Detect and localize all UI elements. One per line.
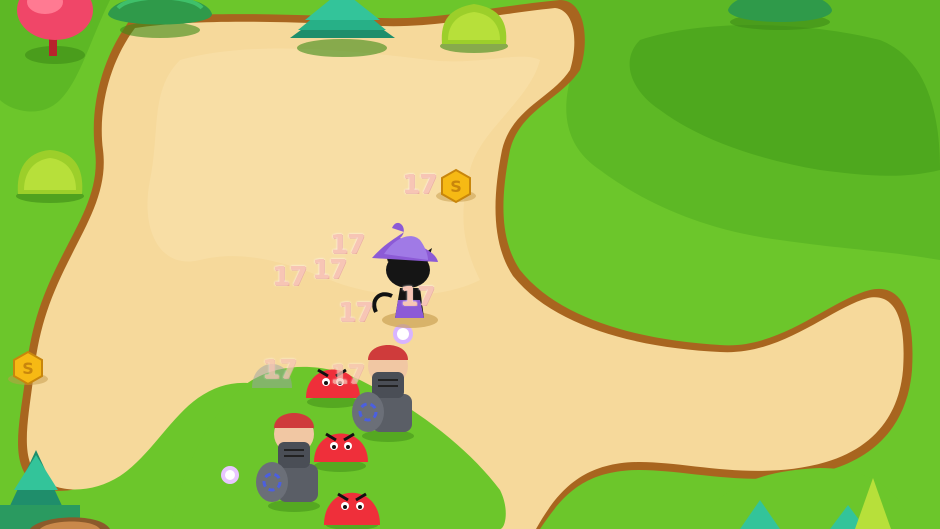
damage-number: 17 <box>312 255 347 285</box>
damage-number: 17 <box>338 298 373 328</box>
damage-number: 17 <box>272 262 307 292</box>
damage-number: 17 <box>402 170 437 200</box>
damage-number: 17 <box>330 360 365 390</box>
game-map: S S <box>0 0 940 529</box>
svg-text:S: S <box>450 177 462 196</box>
svg-text:S: S <box>22 359 34 378</box>
green-bush-topleft <box>108 0 212 38</box>
damage-number: 17 <box>400 282 435 312</box>
green-bush-topright <box>728 0 832 30</box>
game-stage[interactable]: S S 17 17 17 17 17 17 17 17 <box>0 0 940 529</box>
damage-number: 17 <box>262 355 297 385</box>
